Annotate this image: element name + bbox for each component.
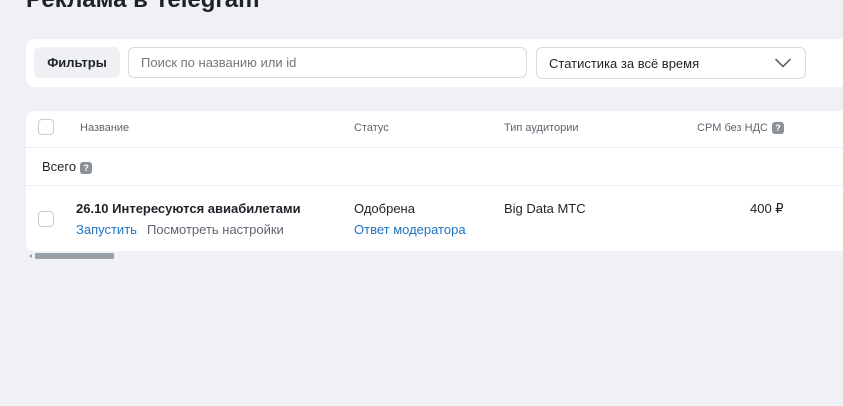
column-header-cpm: CPM без НДС? xyxy=(697,122,784,135)
column-header-audience-type: Тип аудитории xyxy=(504,122,579,134)
help-icon[interactable]: ? xyxy=(772,122,784,135)
chevron-down-icon xyxy=(775,58,791,68)
page-title: Реклама в Telegram xyxy=(26,0,259,12)
moderator-response-link[interactable]: Ответ модератора xyxy=(354,222,466,237)
scroll-left-arrow-icon[interactable] xyxy=(29,254,32,258)
select-all-checkbox[interactable] xyxy=(38,119,54,135)
filters-button[interactable]: Фильтры xyxy=(34,47,120,78)
launch-link[interactable]: Запустить xyxy=(76,222,137,237)
total-divider xyxy=(26,185,843,186)
period-select[interactable]: Статистика за всё время xyxy=(536,47,806,79)
filters-panel: Фильтры Статистика за всё время xyxy=(26,39,843,87)
search-input[interactable] xyxy=(128,47,527,78)
audience-type-value: Big Data МТС xyxy=(504,201,586,216)
status-value: Одобрена xyxy=(354,201,415,216)
campaigns-table: Название Статус Тип аудитории CPM без НД… xyxy=(26,111,843,251)
column-header-name: Название xyxy=(80,122,130,134)
column-header-status: Статус xyxy=(354,122,389,134)
campaign-name[interactable]: 26.10 Интересуются авиабилетами xyxy=(76,201,301,216)
header-divider xyxy=(26,147,843,148)
column-header-cpm-label: CPM без НДС xyxy=(697,122,768,134)
row-checkbox[interactable] xyxy=(38,211,54,227)
total-label: Всего xyxy=(42,159,77,174)
horizontal-scrollbar[interactable] xyxy=(35,253,114,259)
cpm-value: 400 ₽ xyxy=(750,201,784,216)
period-select-value: Статистика за всё время xyxy=(549,56,700,71)
total-row: Всего? xyxy=(42,159,93,174)
help-icon[interactable]: ? xyxy=(80,161,93,174)
view-settings-link[interactable]: Посмотреть настройки xyxy=(147,222,284,237)
